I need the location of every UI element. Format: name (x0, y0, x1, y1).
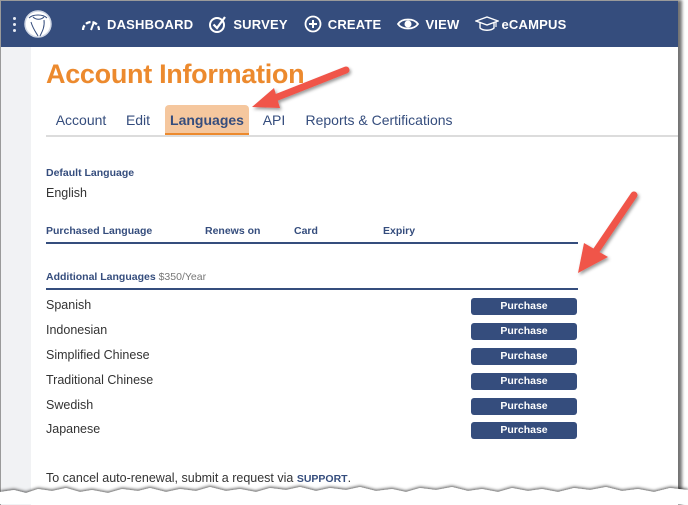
top-navigation-bar: DASHBOARD SURVEY CREATE VIEW eCAMPUS (1, 1, 678, 47)
purchased-table-divider (46, 242, 578, 244)
purchase-button-spanish[interactable]: Purchase (471, 298, 577, 315)
tab-reports-certifications[interactable]: Reports & Certifications (298, 105, 460, 133)
purchase-button-indonesian[interactable]: Purchase (471, 323, 577, 340)
additional-languages-label: Additional Languages (46, 271, 156, 283)
purchase-button-japanese[interactable]: Purchase (471, 422, 577, 439)
tab-edit[interactable]: Edit (118, 105, 158, 133)
app-window: DASHBOARD SURVEY CREATE VIEW eCAMPUS Acc… (0, 0, 678, 505)
page-title: Account Information (46, 59, 305, 89)
purchase-button-swedish[interactable]: Purchase (471, 398, 577, 415)
nav-dashboard[interactable]: DASHBOARD (81, 17, 193, 32)
logo-globe-icon[interactable] (23, 9, 53, 39)
additional-languages-heading: Additional Languages $350/Year (46, 271, 206, 283)
language-name: Traditional Chinese (46, 373, 154, 387)
nav-ecampus-label: eCAMPUS (501, 16, 567, 32)
language-name: Swedish (46, 398, 94, 412)
col-renews-on: Renews on (205, 225, 261, 237)
nav-create[interactable]: CREATE (304, 15, 382, 33)
language-name: Spanish (46, 298, 92, 312)
tab-api[interactable]: API (254, 105, 294, 133)
language-name: Indonesian (46, 323, 108, 337)
nav-view[interactable]: VIEW (397, 17, 459, 32)
nav-survey[interactable]: SURVEY (209, 15, 288, 33)
nav-survey-label: SURVEY (233, 16, 288, 32)
additional-languages-divider (46, 288, 578, 290)
gauge-icon (81, 20, 101, 31)
kebab-menu-icon[interactable] (7, 16, 21, 32)
language-name: Japanese (46, 422, 101, 436)
language-name: Simplified Chinese (46, 348, 150, 362)
check-circle-icon (209, 16, 227, 33)
nav-ecampus[interactable]: eCAMPUS (475, 16, 566, 32)
nav-view-label: VIEW (425, 16, 460, 32)
graduation-cap-icon (475, 16, 500, 31)
additional-languages-price: $350/Year (158, 271, 207, 283)
account-tabs: Account Edit Languages API Reports & Cer… (46, 105, 678, 137)
sidebar-collapsed (1, 47, 31, 505)
purchase-button-traditional-chinese[interactable]: Purchase (471, 373, 577, 390)
col-card: Card (294, 225, 318, 237)
col-purchased-language: Purchased Language (46, 225, 153, 237)
main-nav: DASHBOARD SURVEY CREATE VIEW eCAMPUS (81, 15, 582, 33)
eye-icon (397, 18, 420, 30)
default-language-label: Default Language (46, 167, 135, 179)
torn-edge-decoration (0, 487, 688, 504)
tab-languages[interactable]: Languages (165, 105, 249, 135)
purchase-button-simplified-chinese[interactable]: Purchase (471, 348, 577, 365)
col-expiry: Expiry (383, 225, 416, 237)
plus-circle-icon (304, 15, 322, 33)
nav-dashboard-label: DASHBOARD (107, 16, 194, 32)
nav-create-label: CREATE (327, 16, 382, 32)
tab-account[interactable]: Account (46, 105, 116, 133)
default-language-value: English (46, 186, 87, 200)
